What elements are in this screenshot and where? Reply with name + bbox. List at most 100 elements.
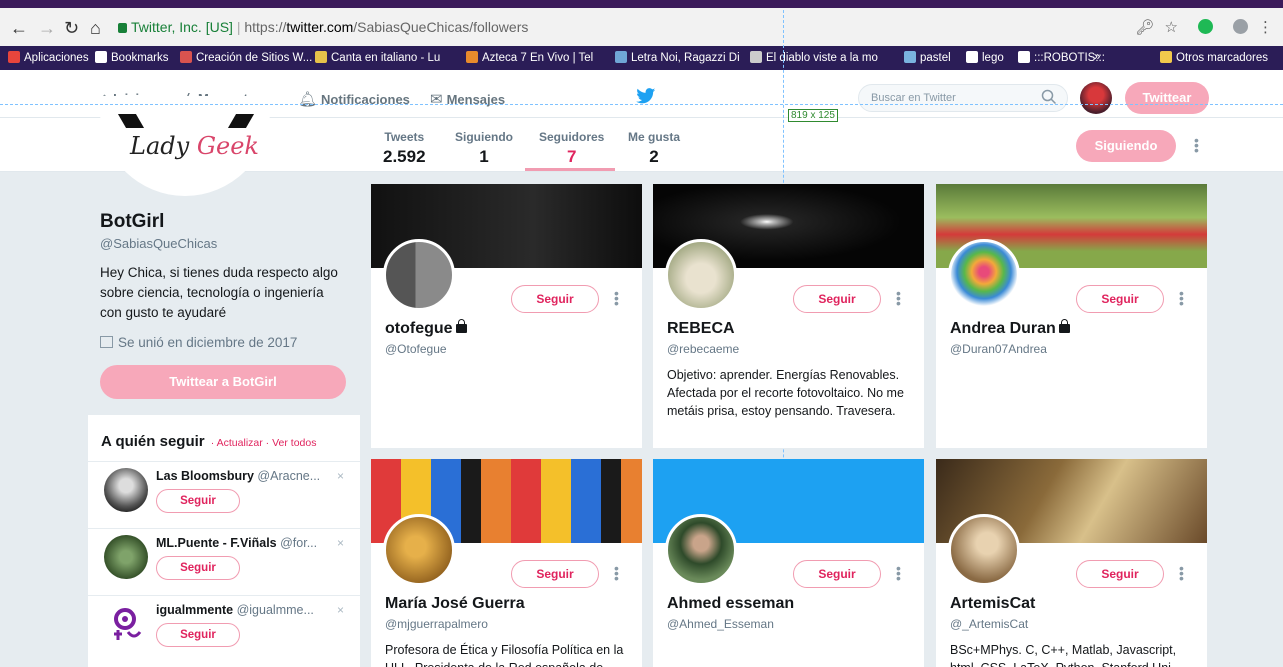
card-more-icon[interactable]: • • •	[896, 561, 901, 585]
who-to-follow-item: Las Bloomsbury @Aracne... × Seguir	[88, 461, 360, 527]
follow-button[interactable]: Seguir	[156, 556, 240, 580]
menu-kebab-icon[interactable]: ⋮	[1258, 19, 1273, 36]
follower-bio: BSc+MPhys. C, C++, Matlab, Javascript, h…	[950, 643, 1177, 667]
card-more-icon[interactable]: • • •	[614, 561, 619, 585]
bookmark-item[interactable]: Creación de Sitios W...	[180, 51, 312, 64]
card-more-icon[interactable]: • • •	[1179, 286, 1184, 310]
follower-card[interactable]: Seguir • • • Andrea Duran @Duran07Andrea	[936, 184, 1207, 448]
search-input[interactable]: Buscar en Twitter	[858, 84, 1068, 112]
refresh-link[interactable]: Actualizar	[217, 437, 263, 449]
bookmark-favicon-icon	[904, 51, 916, 63]
browser-address-bar: ← → ↻ ⌂ Twitter, Inc. [US] | https://twi…	[0, 0, 1283, 46]
bookmark-favicon-icon	[1018, 51, 1030, 63]
follower-name[interactable]: ArtemisCat	[950, 595, 1035, 613]
envelope-icon: ✉	[430, 91, 443, 108]
tweet-to-button[interactable]: Twittear a BotGirl	[100, 365, 346, 399]
card-more-icon[interactable]: • • •	[1179, 561, 1184, 585]
follower-card[interactable]: Seguir • • • Ahmed esseman @Ahmed_Esseman	[653, 459, 924, 667]
bookmark-item[interactable]: Otros marcadores	[1160, 51, 1268, 64]
follow-button[interactable]: Seguir	[793, 560, 881, 588]
search-icon[interactable]	[1041, 89, 1057, 105]
who-to-follow-name[interactable]: Las Bloomsbury @Aracne...	[156, 469, 320, 483]
follower-handle[interactable]: @Duran07Andrea	[950, 342, 1047, 356]
avatar[interactable]	[948, 239, 1020, 311]
follower-handle[interactable]: @Ahmed_Esseman	[667, 617, 774, 631]
stat-likes[interactable]: Me gusta 2	[628, 130, 680, 167]
follower-name[interactable]: REBECA	[667, 320, 735, 338]
card-more-icon[interactable]: • • •	[896, 286, 901, 310]
follower-name[interactable]: otofegue	[385, 319, 467, 338]
nav-notifications[interactable]: 🔔︎ Notificaciones	[298, 90, 410, 108]
bookmark-item[interactable]: »	[1094, 51, 1100, 63]
bookmark-item[interactable]: Azteca 7 En Vivo | Tel	[466, 51, 593, 64]
view-all-link[interactable]: Ver todos	[272, 437, 316, 449]
follower-card[interactable]: Seguir • • • ArtemisCat @_ArtemisCat BSc+MPhys…	[936, 459, 1207, 667]
avatar[interactable]	[665, 514, 737, 586]
url-secure-label: Twitter, Inc. [US]	[131, 19, 233, 35]
protected-lock-icon	[455, 319, 467, 333]
dismiss-icon[interactable]: ×	[337, 469, 344, 483]
url-field[interactable]: Twitter, Inc. [US] | https://twitter.com…	[118, 19, 528, 35]
dismiss-icon[interactable]: ×	[337, 536, 344, 550]
stat-followers[interactable]: Seguidores 7	[539, 130, 604, 167]
user-avatar[interactable]	[1080, 82, 1112, 114]
bookmark-item[interactable]: Aplicaciones	[8, 51, 89, 64]
follow-button[interactable]: Seguir	[1076, 285, 1164, 313]
follow-button[interactable]: Seguir	[793, 285, 881, 313]
avatar[interactable]	[104, 468, 148, 512]
profile-logo: Lady Geek	[100, 96, 270, 196]
extension-green-icon[interactable]	[1188, 19, 1213, 36]
home-icon[interactable]: ⌂	[90, 18, 101, 38]
stat-tweets[interactable]: Tweets 2.592	[383, 130, 426, 167]
avatar[interactable]	[104, 535, 148, 579]
follower-bio: Profesora de Ética y Filosofía Política …	[385, 643, 624, 667]
profile-handle[interactable]: @SabiasQueChicas	[100, 236, 217, 251]
follower-handle[interactable]: @rebecaeme	[667, 342, 739, 356]
follower-handle[interactable]: @Otofegue	[385, 342, 447, 356]
follow-button[interactable]: Seguir	[511, 285, 599, 313]
profile-more-icon[interactable]: • • •	[1194, 133, 1199, 157]
follower-name[interactable]: María José Guerra	[385, 595, 525, 613]
extension-grey-icon[interactable]	[1223, 19, 1248, 36]
card-more-icon[interactable]: • • •	[614, 286, 619, 310]
follower-name[interactable]: Ahmed esseman	[667, 595, 794, 613]
bookmark-item[interactable]: Canta en italiano - Lu	[315, 51, 440, 64]
url-path: /SabiasQueChicas/followers	[353, 19, 529, 35]
bookmark-item[interactable]: El diablo viste a la mo	[750, 51, 878, 64]
dismiss-icon[interactable]: ×	[337, 603, 344, 617]
who-to-follow-name[interactable]: ML.Puente - F.Viñals @for...	[156, 536, 317, 550]
follower-handle[interactable]: @mjguerrapalmero	[385, 617, 488, 631]
tweet-button[interactable]: Twittear	[1125, 82, 1209, 114]
avatar[interactable]	[383, 239, 455, 311]
star-icon[interactable]: ☆	[1165, 19, 1178, 36]
who-to-follow-name[interactable]: igualmmente @igualmme...	[156, 603, 314, 617]
nav-messages[interactable]: ✉ Mensajes	[430, 90, 505, 108]
follow-button[interactable]: Seguir	[156, 623, 240, 647]
stat-following[interactable]: Siguiendo 1	[455, 130, 513, 167]
back-icon[interactable]: ←	[10, 18, 28, 38]
bookmark-item[interactable]: Bookmarks	[95, 51, 169, 64]
reload-icon[interactable]: ↻	[64, 18, 79, 38]
follower-card[interactable]: Seguir • • • otofegue @Otofegue	[371, 184, 642, 448]
bookmark-item[interactable]: lego	[966, 51, 1004, 64]
bookmark-item[interactable]: pastel	[904, 51, 951, 64]
avatar[interactable]	[948, 514, 1020, 586]
avatar[interactable]	[104, 602, 148, 646]
bookmark-item[interactable]: :::ROBOTIS:::	[1018, 51, 1105, 64]
following-button[interactable]: Siguiendo	[1076, 130, 1176, 162]
avatar[interactable]	[383, 514, 455, 586]
follower-card[interactable]: Seguir • • • María José Guerra @mjguerrapalme…	[371, 459, 642, 667]
profile-name[interactable]: BotGirl	[100, 211, 164, 233]
bookmark-item[interactable]: Letra Noi, Ragazzi Di	[615, 51, 740, 64]
follower-handle[interactable]: @_ArtemisCat	[950, 617, 1028, 631]
forward-icon[interactable]: →	[38, 18, 56, 38]
follow-button[interactable]: Seguir	[1076, 560, 1164, 588]
bookmark-favicon-icon	[750, 51, 762, 63]
twitter-bird-icon[interactable]	[636, 88, 656, 104]
avatar[interactable]	[665, 239, 737, 311]
follow-button[interactable]: Seguir	[156, 489, 240, 513]
follow-button[interactable]: Seguir	[511, 560, 599, 588]
follower-name[interactable]: Andrea Duran	[950, 319, 1070, 338]
follower-card[interactable]: Seguir • • • REBECA @rebecaeme Objetivo: apren…	[653, 184, 924, 448]
key-icon[interactable]: 🔑︎	[1136, 19, 1155, 36]
